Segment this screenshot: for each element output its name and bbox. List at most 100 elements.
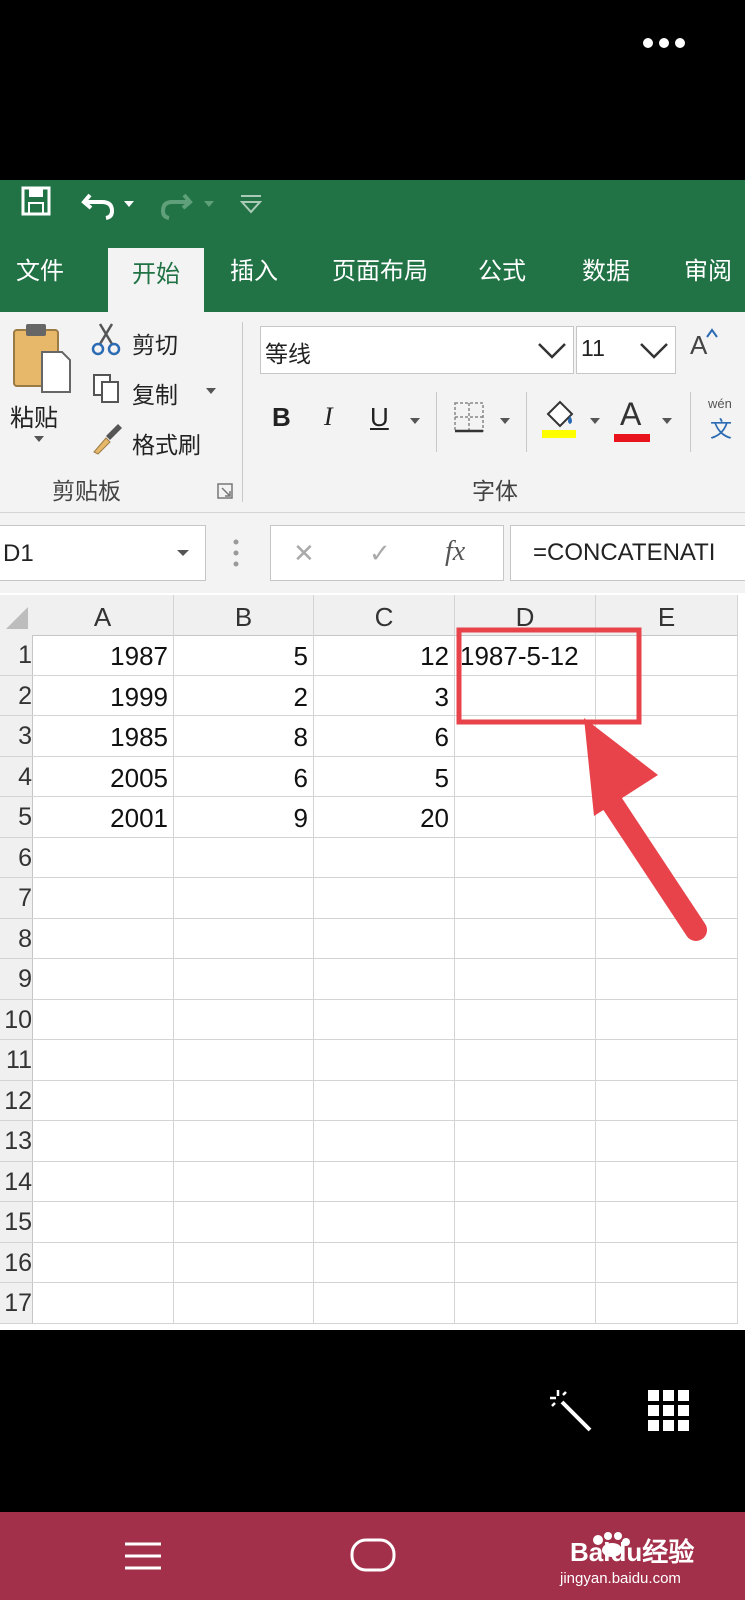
cell-E5[interactable] bbox=[596, 797, 738, 838]
paste-button-label[interactable]: 粘贴 bbox=[10, 398, 58, 433]
tab-file[interactable]: 文件 bbox=[0, 242, 80, 312]
cell-E11[interactable] bbox=[596, 1040, 738, 1081]
cell-C17[interactable] bbox=[314, 1283, 455, 1324]
chevron-down-icon[interactable] bbox=[537, 341, 567, 361]
cell-B17[interactable] bbox=[174, 1283, 314, 1324]
formula-input[interactable]: =CONCATENATI bbox=[510, 525, 745, 581]
cell-B11[interactable] bbox=[174, 1040, 314, 1081]
magic-wand-icon[interactable] bbox=[548, 1388, 594, 1434]
cell-C12[interactable] bbox=[314, 1080, 455, 1121]
cell-A9[interactable] bbox=[32, 959, 174, 1000]
name-box[interactable]: D1 bbox=[0, 525, 206, 581]
cell-D15[interactable] bbox=[455, 1202, 596, 1243]
copy-label[interactable]: 复制 bbox=[132, 376, 178, 410]
cut-label[interactable]: 剪切 bbox=[132, 326, 178, 360]
cell-E10[interactable] bbox=[596, 999, 738, 1040]
cell-B6[interactable] bbox=[174, 837, 314, 878]
cell-C4[interactable]: 5 bbox=[314, 756, 455, 797]
cell-B7[interactable] bbox=[174, 878, 314, 919]
cell-C5[interactable]: 20 bbox=[314, 797, 455, 838]
cell-D12[interactable] bbox=[455, 1080, 596, 1121]
cell-A8[interactable] bbox=[32, 918, 174, 959]
cell-C1[interactable]: 12 bbox=[314, 635, 455, 676]
cell-E14[interactable] bbox=[596, 1161, 738, 1202]
select-all-icon[interactable] bbox=[2, 603, 30, 631]
font-size-box[interactable]: 11 bbox=[576, 326, 676, 374]
cell-B12[interactable] bbox=[174, 1080, 314, 1121]
format-painter-icon[interactable] bbox=[90, 422, 124, 456]
cell-D9[interactable] bbox=[455, 959, 596, 1000]
phonetic-guide-button[interactable]: 文 bbox=[710, 412, 732, 444]
row-header[interactable]: 1 bbox=[0, 635, 33, 676]
row-header[interactable]: 10 bbox=[0, 999, 33, 1040]
row-header[interactable]: 11 bbox=[0, 1040, 33, 1081]
italic-button[interactable]: I bbox=[324, 402, 333, 432]
cell-E17[interactable] bbox=[596, 1283, 738, 1324]
cell-A10[interactable] bbox=[32, 999, 174, 1040]
cell-E1[interactable] bbox=[596, 635, 738, 676]
cell-A1[interactable]: 1987 bbox=[32, 635, 174, 676]
cell-C10[interactable] bbox=[314, 999, 455, 1040]
row-header[interactable]: 15 bbox=[0, 1202, 33, 1243]
row-header[interactable]: 17 bbox=[0, 1283, 33, 1324]
row-header[interactable]: 14 bbox=[0, 1161, 33, 1202]
bold-button[interactable]: B bbox=[272, 402, 291, 433]
row-header[interactable]: 13 bbox=[0, 1121, 33, 1162]
cell-B3[interactable]: 8 bbox=[174, 716, 314, 757]
row-header[interactable]: 3 bbox=[0, 716, 33, 757]
cell-B9[interactable] bbox=[174, 959, 314, 1000]
cell-D3[interactable] bbox=[455, 716, 596, 757]
cell-A2[interactable]: 1999 bbox=[32, 675, 174, 716]
row-header[interactable]: 8 bbox=[0, 918, 33, 959]
underline-button[interactable]: U bbox=[370, 402, 389, 433]
row-header[interactable]: 7 bbox=[0, 878, 33, 919]
tab-home[interactable]: 开始 bbox=[108, 248, 204, 312]
cell-E6[interactable] bbox=[596, 837, 738, 878]
cell-D11[interactable] bbox=[455, 1040, 596, 1081]
tab-page-layout[interactable]: 页面布局 bbox=[318, 242, 442, 312]
cell-D1[interactable]: 1987-5-12 bbox=[455, 635, 596, 676]
column-header-A[interactable]: A bbox=[32, 595, 174, 636]
redo-icon[interactable] bbox=[160, 185, 222, 221]
row-header[interactable]: 5 bbox=[0, 797, 33, 838]
cell-D8[interactable] bbox=[455, 918, 596, 959]
home-icon[interactable] bbox=[350, 1538, 396, 1572]
cell-A13[interactable] bbox=[32, 1121, 174, 1162]
cell-D16[interactable] bbox=[455, 1242, 596, 1283]
cell-E15[interactable] bbox=[596, 1202, 738, 1243]
cell-A6[interactable] bbox=[32, 837, 174, 878]
cell-D13[interactable] bbox=[455, 1121, 596, 1162]
cell-B1[interactable]: 5 bbox=[174, 635, 314, 676]
font-color-button[interactable]: A bbox=[620, 396, 641, 433]
fill-color-icon[interactable] bbox=[540, 396, 580, 440]
cell-E2[interactable] bbox=[596, 675, 738, 716]
chevron-down-icon[interactable] bbox=[639, 341, 669, 361]
cell-A3[interactable]: 1985 bbox=[32, 716, 174, 757]
cell-D7[interactable] bbox=[455, 878, 596, 919]
row-header[interactable]: 6 bbox=[0, 837, 33, 878]
cell-B15[interactable] bbox=[174, 1202, 314, 1243]
insert-function-icon[interactable]: fx bbox=[445, 536, 465, 568]
menu-icon[interactable] bbox=[124, 1542, 162, 1570]
cell-B8[interactable] bbox=[174, 918, 314, 959]
format-painter-label[interactable]: 格式刷 bbox=[132, 426, 201, 460]
tab-review[interactable]: 审阅 bbox=[668, 242, 745, 312]
column-header-D[interactable]: D bbox=[455, 595, 596, 636]
cell-C7[interactable] bbox=[314, 878, 455, 919]
cell-B2[interactable]: 2 bbox=[174, 675, 314, 716]
cell-D17[interactable] bbox=[455, 1283, 596, 1324]
cell-C16[interactable] bbox=[314, 1242, 455, 1283]
cell-E12[interactable] bbox=[596, 1080, 738, 1121]
cell-E9[interactable] bbox=[596, 959, 738, 1000]
paste-dropdown-icon[interactable] bbox=[32, 434, 46, 444]
cell-C8[interactable] bbox=[314, 918, 455, 959]
cell-C11[interactable] bbox=[314, 1040, 455, 1081]
cell-C2[interactable]: 3 bbox=[314, 675, 455, 716]
customize-toolbar-icon[interactable] bbox=[238, 192, 264, 216]
cell-A17[interactable] bbox=[32, 1283, 174, 1324]
cancel-icon[interactable]: ✕ bbox=[293, 538, 315, 569]
cell-A11[interactable] bbox=[32, 1040, 174, 1081]
formula-bar-resize-icon[interactable] bbox=[228, 537, 244, 569]
cell-C9[interactable] bbox=[314, 959, 455, 1000]
row-header[interactable]: 16 bbox=[0, 1242, 33, 1283]
